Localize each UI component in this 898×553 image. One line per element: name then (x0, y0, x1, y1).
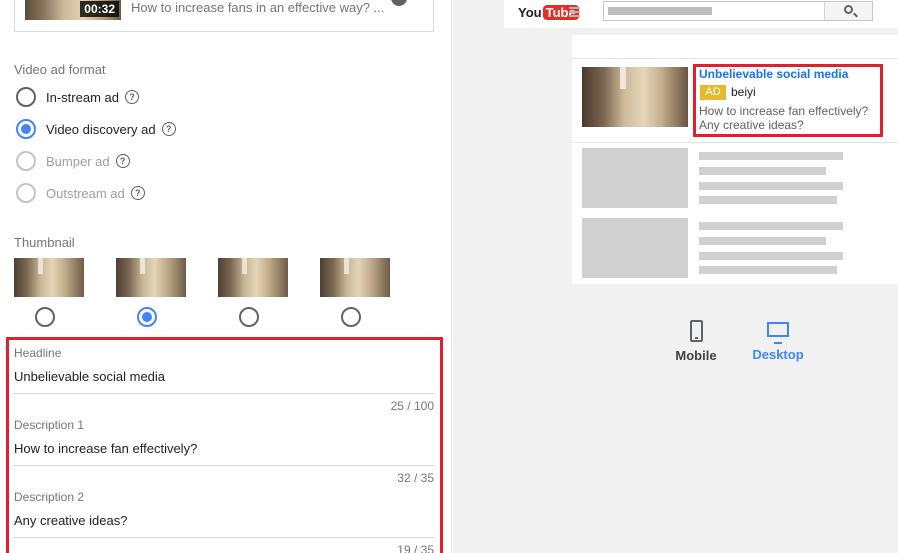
ad-preview-desc2: Any creative ideas? (699, 118, 804, 132)
mobile-preview-button[interactable]: Mobile (672, 320, 720, 363)
help-icon[interactable]: ? (161, 122, 176, 136)
placeholder-line (699, 237, 826, 245)
mobile-icon (689, 320, 703, 342)
radio-in-stream-ad[interactable]: In-stream ad ? (16, 86, 139, 108)
placeholder-line (699, 222, 843, 230)
help-icon[interactable]: ? (124, 90, 139, 104)
thumbnail-option-3[interactable] (218, 258, 288, 297)
selected-video-card[interactable]: 00:32 How to increase fans in an effecti… (14, 0, 434, 32)
search-icon (844, 5, 853, 14)
radio-label: Outstream ad (46, 185, 125, 201)
thumbnail-option-2[interactable] (116, 258, 186, 297)
thumbnail-option-1[interactable] (14, 258, 84, 297)
thumbnail-radio-3[interactable] (239, 307, 259, 327)
thumbnail-radio-4[interactable] (341, 307, 361, 327)
ad-preview-title: Unbelievable social media (699, 67, 849, 81)
description1-underline (14, 465, 434, 466)
radio-label: Bumper ad (46, 153, 110, 169)
ad-format-label: Video ad format (14, 62, 106, 77)
desktop-icon (767, 322, 789, 344)
preview-divider-2 (572, 142, 898, 143)
preview-header: You Tube (504, 0, 898, 28)
logo-you: You (518, 4, 542, 20)
placeholder-line (699, 152, 843, 160)
placeholder-line (699, 182, 843, 190)
description2-label: Description 2 (14, 490, 85, 504)
radio-bumper-ad[interactable]: Bumper ad ? (16, 150, 130, 172)
radio-outstream-ad[interactable]: Outstream ad ? (16, 182, 145, 204)
ad-settings-panel: 00:32 How to increase fans in an effecti… (0, 0, 452, 553)
description1-char-count: 32 / 35 (397, 471, 434, 485)
search-box (603, 1, 873, 21)
headline-underline (14, 393, 434, 394)
desktop-preview-button[interactable]: Desktop (750, 320, 806, 362)
radio-label: In-stream ad (46, 89, 119, 105)
ad-badge: AD (700, 85, 726, 100)
placeholder-line (699, 266, 837, 274)
ad-channel-name: beiyi (731, 85, 756, 99)
headline-label: Headline (14, 346, 62, 360)
desktop-label: Desktop (752, 347, 804, 362)
radio-label: Video discovery ad (46, 121, 156, 137)
mobile-label: Mobile (675, 348, 717, 363)
ad-preview-thumbnail (582, 67, 688, 127)
headline-char-count: 25 / 100 (390, 399, 434, 413)
radio-button-selected[interactable] (16, 119, 36, 139)
thumbnail-radio-1[interactable] (35, 307, 55, 327)
ad-preview-desc1: How to increase fan effectively? (699, 104, 869, 118)
description1-input[interactable]: How to increase fan effectively? (14, 441, 197, 456)
description2-char-count: 19 / 35 (397, 543, 434, 553)
placeholder-thumbnail (582, 218, 688, 278)
menu-icon (569, 7, 580, 19)
search-placeholder-bar (608, 7, 712, 15)
placeholder-line (699, 196, 837, 204)
description1-label: Description 1 (14, 418, 85, 432)
radio-video-discovery-ad[interactable]: Video discovery ad ? (16, 118, 176, 140)
radio-button[interactable] (16, 87, 36, 107)
placeholder-line (699, 252, 843, 260)
placeholder-line (699, 167, 826, 175)
description2-input[interactable]: Any creative ideas? (14, 513, 127, 528)
headline-input[interactable]: Unbelievable social media (14, 369, 165, 384)
preview-divider (572, 58, 898, 59)
thumbnail-option-4[interactable] (320, 258, 390, 297)
radio-button-disabled[interactable] (16, 183, 36, 203)
description2-underline (14, 537, 434, 538)
radio-button-disabled[interactable] (16, 151, 36, 171)
video-thumbnail: 00:32 (25, 0, 121, 20)
video-menu-icon[interactable] (391, 0, 407, 6)
help-icon[interactable]: ? (115, 154, 130, 168)
thumbnail-radio-2[interactable] (137, 307, 157, 327)
search-button (824, 2, 872, 20)
help-icon[interactable]: ? (130, 186, 145, 200)
video-duration: 00:32 (80, 1, 119, 17)
video-description: How to increase fans in an effective way… (131, 0, 385, 15)
placeholder-thumbnail (582, 148, 688, 208)
thumbnail-label: Thumbnail (14, 235, 75, 250)
